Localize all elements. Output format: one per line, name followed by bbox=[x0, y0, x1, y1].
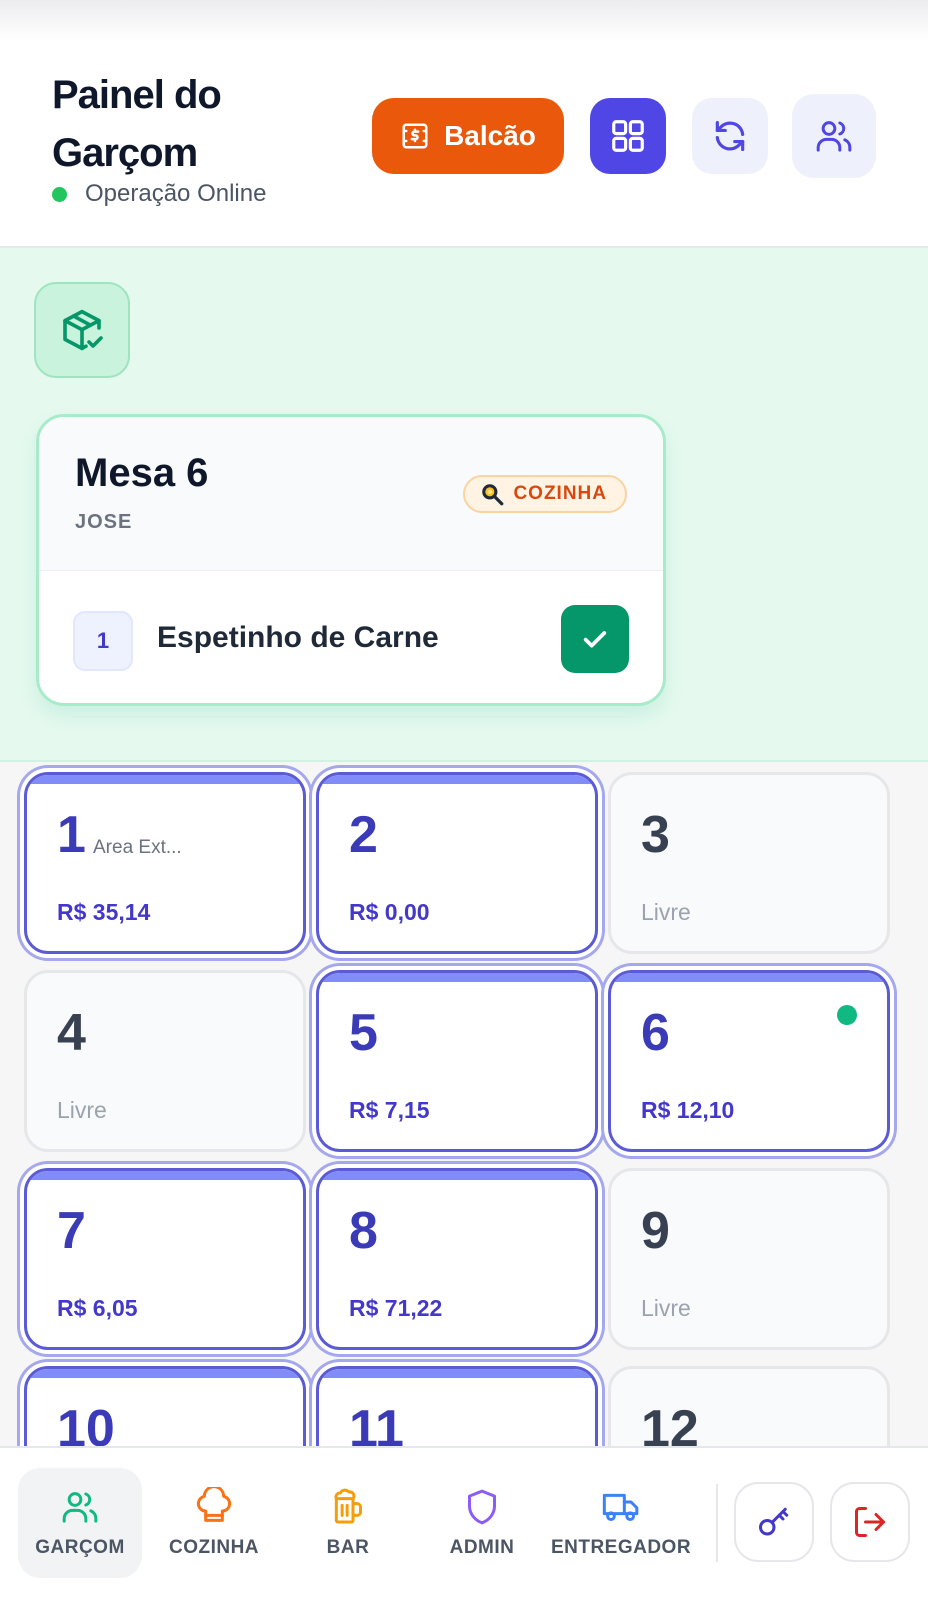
table-number: 8 bbox=[349, 1202, 378, 1260]
nav-label: COZINHA bbox=[168, 1537, 260, 1558]
bottom-nav: GARÇOM COZINHA BAR ADMIN ENTREGADOR bbox=[0, 1446, 928, 1600]
nav-divider bbox=[716, 1484, 718, 1562]
order-table-title: Mesa 6 bbox=[75, 451, 209, 495]
nav-item-admin[interactable]: ADMIN bbox=[420, 1468, 544, 1578]
order-header: Mesa 6 JOSE COZINHA bbox=[39, 417, 663, 571]
table-card-12[interactable]: 12 bbox=[608, 1366, 890, 1446]
table-number: 12 bbox=[641, 1400, 699, 1446]
table-card-1[interactable]: 1 Area Ext... R$ 35,14 bbox=[24, 772, 306, 954]
balcao-button[interactable]: Balcão bbox=[372, 98, 564, 174]
table-value: R$ 35,14 bbox=[57, 899, 151, 925]
nav-item-entregador[interactable]: ENTREGADOR bbox=[546, 1468, 696, 1578]
ready-orders-toggle[interactable] bbox=[34, 282, 130, 378]
table-number: 4 bbox=[57, 1004, 86, 1062]
badge-label: COZINHA bbox=[513, 483, 607, 504]
change-password-button[interactable] bbox=[734, 1482, 814, 1562]
table-card-3[interactable]: 3 Livre bbox=[608, 772, 890, 954]
beer-icon bbox=[334, 1488, 362, 1524]
online-status: Operação Online bbox=[52, 180, 266, 208]
cash-register-icon bbox=[402, 123, 428, 149]
table-number: 3 bbox=[641, 806, 670, 864]
table-number: 11 bbox=[349, 1400, 404, 1446]
item-name: Espetinho de Carne bbox=[157, 621, 439, 654]
table-number: 9 bbox=[641, 1202, 670, 1260]
table-number: 7 bbox=[57, 1202, 86, 1260]
balcao-label: Balcão bbox=[444, 120, 536, 151]
table-number: 1 bbox=[57, 806, 86, 864]
order-customer: JOSE bbox=[75, 511, 133, 533]
tables-grid: 1 Area Ext... R$ 35,14 2 R$ 0,00 3 Livre… bbox=[0, 764, 928, 1446]
status-text: Operação Online bbox=[85, 180, 267, 207]
truck-icon bbox=[602, 1493, 639, 1521]
grid-view-button[interactable] bbox=[590, 98, 666, 174]
nav-item-bar[interactable]: BAR bbox=[286, 1468, 410, 1578]
table-card-9[interactable]: 9 Livre bbox=[608, 1168, 890, 1350]
nav-label: ADMIN bbox=[449, 1537, 515, 1558]
ready-order-card: Mesa 6 JOSE COZINHA 1 Espetinho de Carne bbox=[36, 414, 666, 706]
package-check-icon bbox=[63, 309, 103, 351]
table-card-5[interactable]: 5 R$ 7,15 bbox=[316, 970, 598, 1152]
users-icon bbox=[816, 121, 852, 152]
item-quantity: 1 bbox=[73, 611, 133, 671]
nav-label: GARÇOM bbox=[35, 1537, 125, 1558]
mark-delivered-button[interactable] bbox=[561, 605, 629, 673]
frying-pan-icon bbox=[482, 484, 504, 506]
table-area: Area Ext... bbox=[93, 837, 182, 858]
refresh-icon bbox=[715, 120, 745, 152]
table-number: 10 bbox=[57, 1400, 115, 1446]
check-icon bbox=[583, 631, 607, 648]
logout-button[interactable] bbox=[830, 1482, 910, 1562]
table-value: R$ 7,15 bbox=[349, 1097, 430, 1123]
table-value: Livre bbox=[641, 1295, 691, 1321]
ready-indicator-dot bbox=[837, 1005, 857, 1025]
online-dot bbox=[52, 186, 67, 202]
table-number: 2 bbox=[349, 806, 378, 864]
key-icon bbox=[759, 1507, 789, 1536]
table-number: 5 bbox=[349, 1004, 378, 1062]
chef-hat-icon bbox=[196, 1487, 232, 1522]
page-title: Painel do Garçom bbox=[52, 73, 222, 175]
table-card-6[interactable]: 6 R$ 12,10 bbox=[608, 970, 890, 1152]
table-card-10[interactable]: 10 bbox=[24, 1366, 306, 1446]
table-value: Livre bbox=[641, 899, 691, 925]
table-value: Livre bbox=[57, 1097, 107, 1123]
table-value: R$ 71,22 bbox=[349, 1295, 443, 1321]
table-card-8[interactable]: 8 R$ 71,22 bbox=[316, 1168, 598, 1350]
nav-item-garcom[interactable]: GARÇOM bbox=[18, 1468, 142, 1578]
nav-label: BAR bbox=[326, 1537, 370, 1558]
users-button[interactable] bbox=[792, 94, 876, 178]
table-value: R$ 12,10 bbox=[641, 1097, 735, 1123]
shield-icon bbox=[468, 1489, 496, 1525]
nav-item-cozinha[interactable]: COZINHA bbox=[152, 1468, 276, 1578]
table-card-11[interactable]: 11 bbox=[316, 1366, 598, 1446]
table-number: 6 bbox=[641, 1004, 670, 1062]
table-value: R$ 0,00 bbox=[349, 899, 430, 925]
header-fade bbox=[0, 0, 928, 40]
users-icon bbox=[62, 1492, 98, 1523]
table-value: R$ 6,05 bbox=[57, 1295, 138, 1321]
table-card-7[interactable]: 7 R$ 6,05 bbox=[24, 1168, 306, 1350]
grid-icon bbox=[612, 120, 644, 152]
table-card-4[interactable]: 4 Livre bbox=[24, 970, 306, 1152]
kitchen-badge: COZINHA bbox=[463, 475, 627, 513]
refresh-button[interactable] bbox=[692, 98, 768, 174]
logout-icon bbox=[855, 1507, 885, 1537]
order-item: 1 Espetinho de Carne bbox=[39, 571, 663, 703]
nav-label: ENTREGADOR bbox=[550, 1537, 692, 1558]
table-card-2[interactable]: 2 R$ 0,00 bbox=[316, 772, 598, 954]
header: Painel do Garçom Operação Online Balcão bbox=[0, 0, 928, 248]
